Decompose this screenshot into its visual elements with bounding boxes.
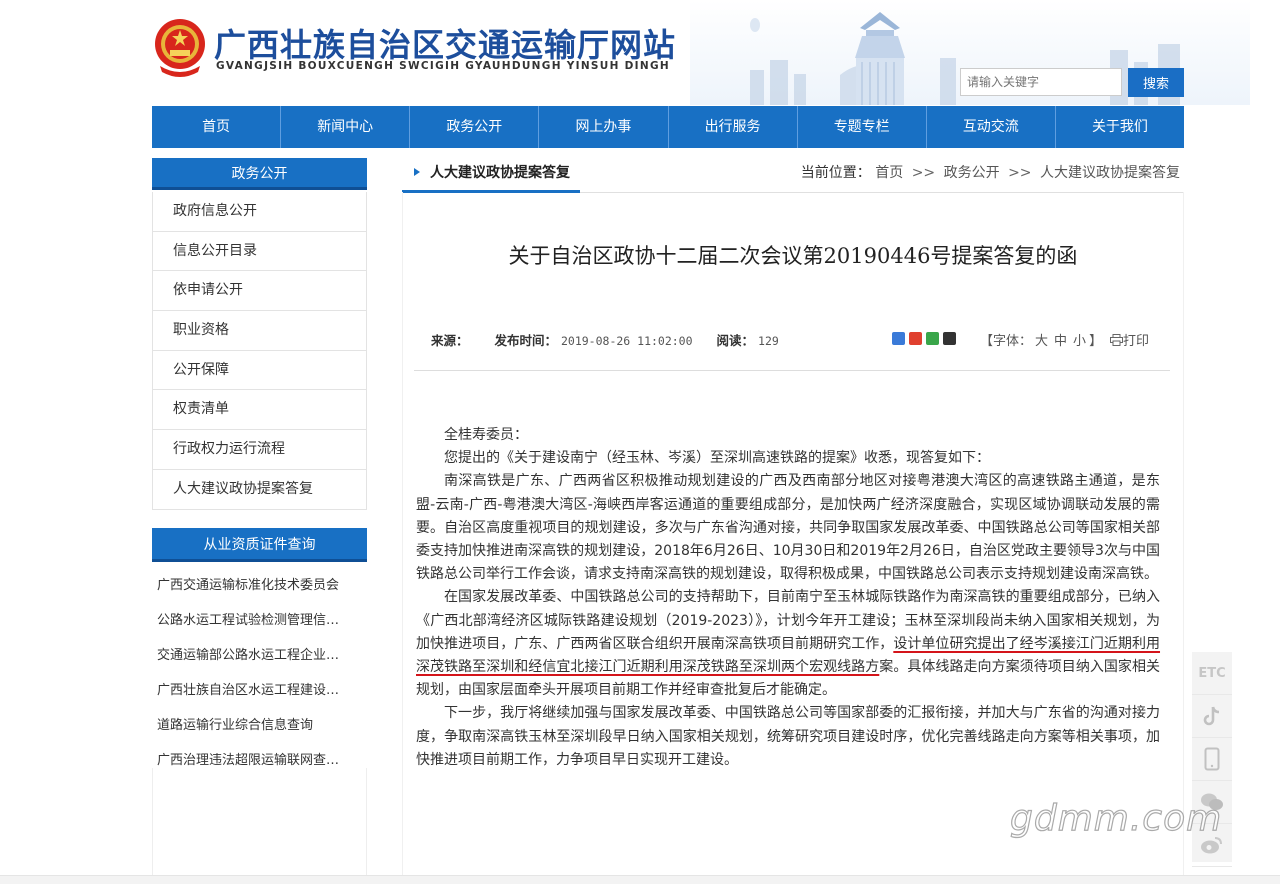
meta-divider <box>414 370 1170 371</box>
nav-news[interactable]: 新闻中心 <box>281 106 411 148</box>
breadcrumb-gov-affairs[interactable]: 政务公开 <box>944 165 1000 181</box>
sidebar-menu: 政府信息公开 信息公开目录 依申请公开 职业资格 公开保障 权责清单 行政权力运… <box>152 192 367 510</box>
font-label: 【字体： <box>980 334 1033 349</box>
article-paragraph: 您提出的《关于建设南宁（经玉林、岑溪）至深圳高速铁路的提案》收悉，现答复如下： <box>444 450 990 467</box>
nav-online-services[interactable]: 网上办事 <box>539 106 669 148</box>
section-tag: 人大建议政协提案答复 <box>402 154 580 193</box>
link-standards-committee[interactable]: 广西交通运输标准化技术委员会 <box>152 568 367 603</box>
nav-home[interactable]: 首页 <box>152 106 282 148</box>
sidebar-item-gov-info[interactable]: 政府信息公开 <box>152 192 367 232</box>
main-nav: 首页 新闻中心 政务公开 网上办事 出行服务 专题专栏 互动交流 关于我们 <box>152 106 1184 148</box>
etc-button[interactable]: ETC <box>1192 652 1232 695</box>
print-button[interactable]: 打印 <box>1110 330 1149 349</box>
breadcrumb-separator: >> <box>1008 165 1032 181</box>
breadcrumb-current[interactable]: 人大建议政协提案答复 <box>1040 165 1180 181</box>
sidebar-heading: 政务公开 <box>152 158 367 190</box>
share-buttons <box>892 332 956 345</box>
nav-gov-affairs[interactable]: 政务公开 <box>410 106 540 148</box>
section-tag-label: 人大建议政协提案答复 <box>430 165 570 181</box>
article-paragraph: 在国家发展改革委、中国铁路总公司的支持帮助下，目前南宁至玉林城际铁路作为南深高铁… <box>416 586 1160 702</box>
font-label-close: 】 <box>1089 334 1103 349</box>
breadcrumb: 当前位置： 首页 >> 政务公开 >> 人大建议政协提案答复 <box>801 154 1180 192</box>
print-label: 打印 <box>1123 334 1150 349</box>
article-meta: 来源： 发布时间： 2019-08-26 11:02:00 阅读： 129 <box>431 330 779 349</box>
font-large-button[interactable]: 大 <box>1035 334 1048 349</box>
link-waterway-construction[interactable]: 广西壮族自治区水运工程建设… <box>152 673 367 708</box>
search-input[interactable] <box>960 68 1122 96</box>
article-title: 关于自治区政协十二届二次会议第20190446号提案答复的函 <box>508 244 1078 268</box>
view-count: 129 <box>758 334 779 348</box>
publish-date: 2019-08-26 11:02:00 <box>560 334 693 348</box>
font-medium-button[interactable]: 中 <box>1054 334 1067 349</box>
share-plus-icon[interactable] <box>892 332 905 345</box>
link-testing-management[interactable]: 公路水运工程试验检测管理信… <box>152 603 367 638</box>
douyin-icon <box>1203 706 1220 726</box>
mobile-icon <box>1204 747 1220 771</box>
qualification-links: 广西交通运输标准化技术委员会 公路水运工程试验检测管理信… 交通运输部公路水运工… <box>152 568 367 778</box>
font-size-control: 【字体：大中小】 <box>980 330 1102 349</box>
nav-about[interactable]: 关于我们 <box>1056 106 1184 148</box>
qualification-query-heading: 从业资质证件查询 <box>152 528 367 562</box>
article-body: 全桂寿委员： 您提出的《关于建设南宁（经玉林、岑溪）至深圳高速铁路的提案》收悉，… <box>416 424 1160 772</box>
font-small-button[interactable]: 小 <box>1073 334 1086 349</box>
sidebar-item-power-list[interactable]: 权责清单 <box>152 390 367 431</box>
sidebar-item-info-catalog[interactable]: 信息公开目录 <box>152 231 367 272</box>
content-header: 人大建议政协提案答复 当前位置： 首页 >> 政务公开 >> 人大建议政协提案答… <box>402 154 1184 193</box>
link-ministry-enterprise[interactable]: 交通运输部公路水运工程企业… <box>152 638 367 673</box>
breadcrumb-home[interactable]: 首页 <box>875 165 903 181</box>
link-road-transport-query[interactable]: 道路运输行业综合信息查询 <box>152 708 367 743</box>
share-qq-icon[interactable] <box>943 332 956 345</box>
sidebar-item-on-request[interactable]: 依申请公开 <box>152 271 367 312</box>
mobile-button[interactable] <box>1192 738 1232 781</box>
arrow-right-icon <box>414 168 420 176</box>
douyin-button[interactable] <box>1192 695 1232 738</box>
nav-travel-services[interactable]: 出行服务 <box>669 106 798 148</box>
etc-label: ETC <box>1198 665 1226 681</box>
date-label: 发布时间： <box>494 333 557 348</box>
sidebar-item-proposal-replies[interactable]: 人大建议政协提案答复 <box>152 469 367 510</box>
breadcrumb-separator: >> <box>911 165 936 181</box>
search-button[interactable]: 搜索 <box>1128 68 1184 97</box>
site-header: 广西壮族自治区交通运输厅网站 GVANGJSIH BOUXCUENGH SWCI… <box>0 0 1280 105</box>
watermark-text: gdmm.com <box>1009 797 1223 839</box>
views-label: 阅读： <box>716 333 755 348</box>
source-label: 来源： <box>431 333 469 348</box>
breadcrumb-label: 当前位置： <box>800 165 871 181</box>
sidebar-bottom-panel <box>152 768 367 878</box>
national-emblem-icon <box>155 19 205 77</box>
sidebar-item-qualifications[interactable]: 职业资格 <box>152 311 367 351</box>
sidebar-item-disclosure-guarantee[interactable]: 公开保障 <box>152 350 367 391</box>
salutation: 全桂寿委员： <box>444 427 528 443</box>
article-paragraph: 下一步，我厅将继续加强与国家发展改革委、中国铁路总公司等国家部委的汇报衔接，并加… <box>416 705 1160 768</box>
nav-interaction[interactable]: 互动交流 <box>927 106 1056 148</box>
share-weibo-icon[interactable] <box>909 332 922 345</box>
nav-special-topics[interactable]: 专题专栏 <box>798 106 927 148</box>
sidebar-item-power-process[interactable]: 行政权力运行流程 <box>152 430 367 470</box>
share-wechat-icon[interactable] <box>926 332 939 345</box>
article-paragraph: 南深高铁是广东、广西两省区积极推动规划建设的广西及西南部分地区对接粤港澳大湾区的… <box>416 473 1160 583</box>
site-subtitle: GVANGJSIH BOUXCUENGH SWCIGIH GYAUHDUNGH … <box>216 60 670 72</box>
printer-icon <box>1110 334 1123 346</box>
